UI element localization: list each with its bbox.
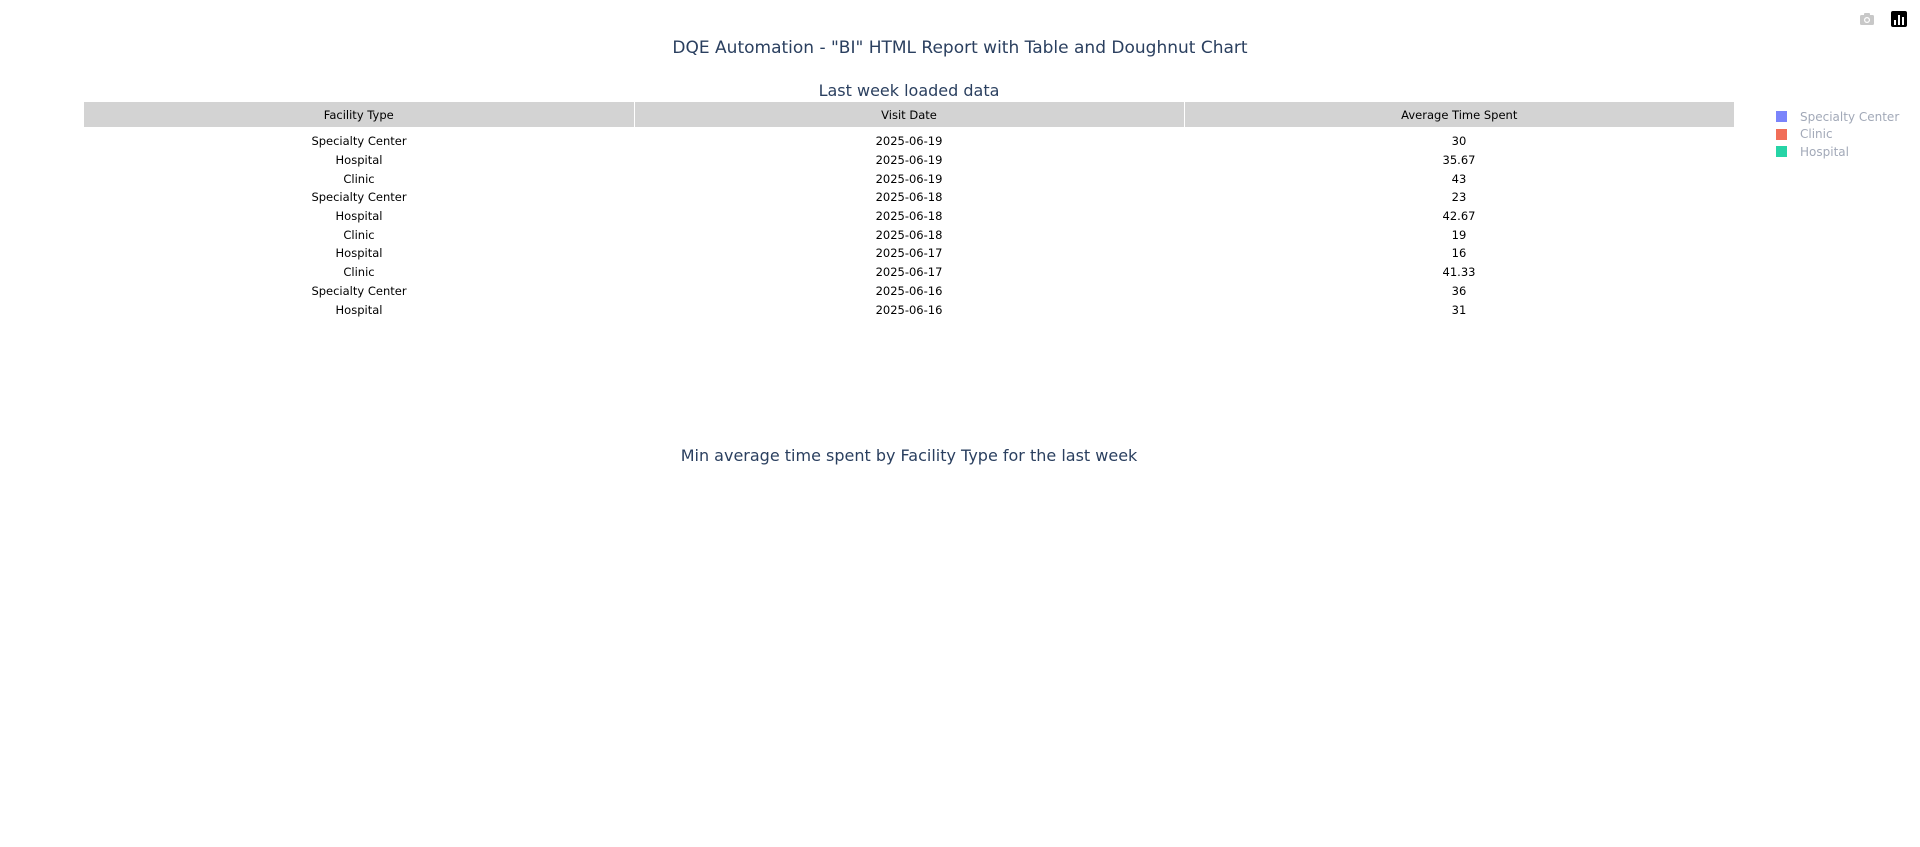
modebar [1858,10,1908,28]
table-header-row: Facility Type Visit Date Average Time Sp… [84,102,1734,127]
data-table: Facility Type Visit Date Average Time Sp… [84,102,1734,319]
cell-average-time: 41.33 [1184,262,1734,282]
report-title: DQE Automation - "BI" HTML Report with T… [672,38,1248,58]
legend-label: Clinic [1800,127,1833,142]
doughnut-chart-area [84,470,1734,830]
cell-visit-date: 2025-06-17 [634,262,1184,282]
table-row: Specialty Center 2025-06-16 36 [84,281,1734,301]
table-row: Hospital 2025-06-16 31 [84,300,1734,319]
cell-visit-date: 2025-06-19 [634,150,1184,170]
legend-swatch [1776,111,1787,123]
chart-title: Min average time spent by Facility Type … [680,446,1138,465]
cell-facility-type: Specialty Center [84,127,634,151]
cell-facility-type: Hospital [84,300,634,319]
column-header-facility-type: Facility Type [84,102,635,127]
cell-visit-date: 2025-06-19 [634,127,1184,151]
cell-visit-date: 2025-06-17 [634,244,1184,263]
cell-facility-type: Specialty Center [84,281,634,301]
table-row: Specialty Center 2025-06-19 30 [84,127,1734,151]
column-header-visit-date: Visit Date [634,102,1185,127]
cell-facility-type: Clinic [84,225,634,245]
cell-facility-type: Clinic [84,169,634,189]
legend-label: Hospital [1800,144,1849,159]
cell-average-time: 16 [1184,244,1734,263]
legend: Specialty Center Clinic Hospital [1776,108,1899,161]
table-row: Hospital 2025-06-19 35.67 [84,150,1734,170]
plotly-logo-icon[interactable] [1890,10,1908,28]
cell-facility-type: Specialty Center [84,188,634,207]
table-row: Hospital 2025-06-17 16 [84,244,1734,263]
cell-average-time: 19 [1184,225,1734,245]
cell-visit-date: 2025-06-16 [634,300,1184,319]
cell-average-time: 42.67 [1184,206,1734,226]
cell-visit-date: 2025-06-16 [634,281,1184,301]
legend-item-clinic[interactable]: Clinic [1776,126,1899,144]
cell-facility-type: Hospital [84,206,634,226]
column-header-average-time-spent: Average Time Spent [1184,102,1734,127]
legend-item-specialty-center[interactable]: Specialty Center [1776,108,1899,126]
cell-average-time: 30 [1184,127,1734,151]
table-row: Clinic 2025-06-18 19 [84,225,1734,245]
cell-visit-date: 2025-06-19 [634,169,1184,189]
legend-swatch [1776,146,1787,158]
cell-visit-date: 2025-06-18 [634,188,1184,207]
table-row: Clinic 2025-06-17 41.33 [84,262,1734,282]
cell-facility-type: Hospital [84,244,634,263]
cell-visit-date: 2025-06-18 [634,206,1184,226]
cell-average-time: 23 [1184,188,1734,207]
cell-average-time: 31 [1184,300,1734,319]
cell-average-time: 36 [1184,281,1734,301]
cell-average-time: 43 [1184,169,1734,189]
legend-swatch [1776,128,1787,140]
table-row: Specialty Center 2025-06-18 23 [84,188,1734,207]
cell-average-time: 35.67 [1184,150,1734,170]
legend-label: Specialty Center [1800,109,1900,124]
cell-visit-date: 2025-06-18 [634,225,1184,245]
cell-facility-type: Hospital [84,150,634,170]
cell-facility-type: Clinic [84,262,634,282]
table-row: Hospital 2025-06-18 42.67 [84,206,1734,226]
table-title: Last week loaded data [818,81,1000,100]
table-row: Clinic 2025-06-19 43 [84,169,1734,189]
camera-icon[interactable] [1858,10,1876,28]
legend-item-hospital[interactable]: Hospital [1776,143,1899,161]
